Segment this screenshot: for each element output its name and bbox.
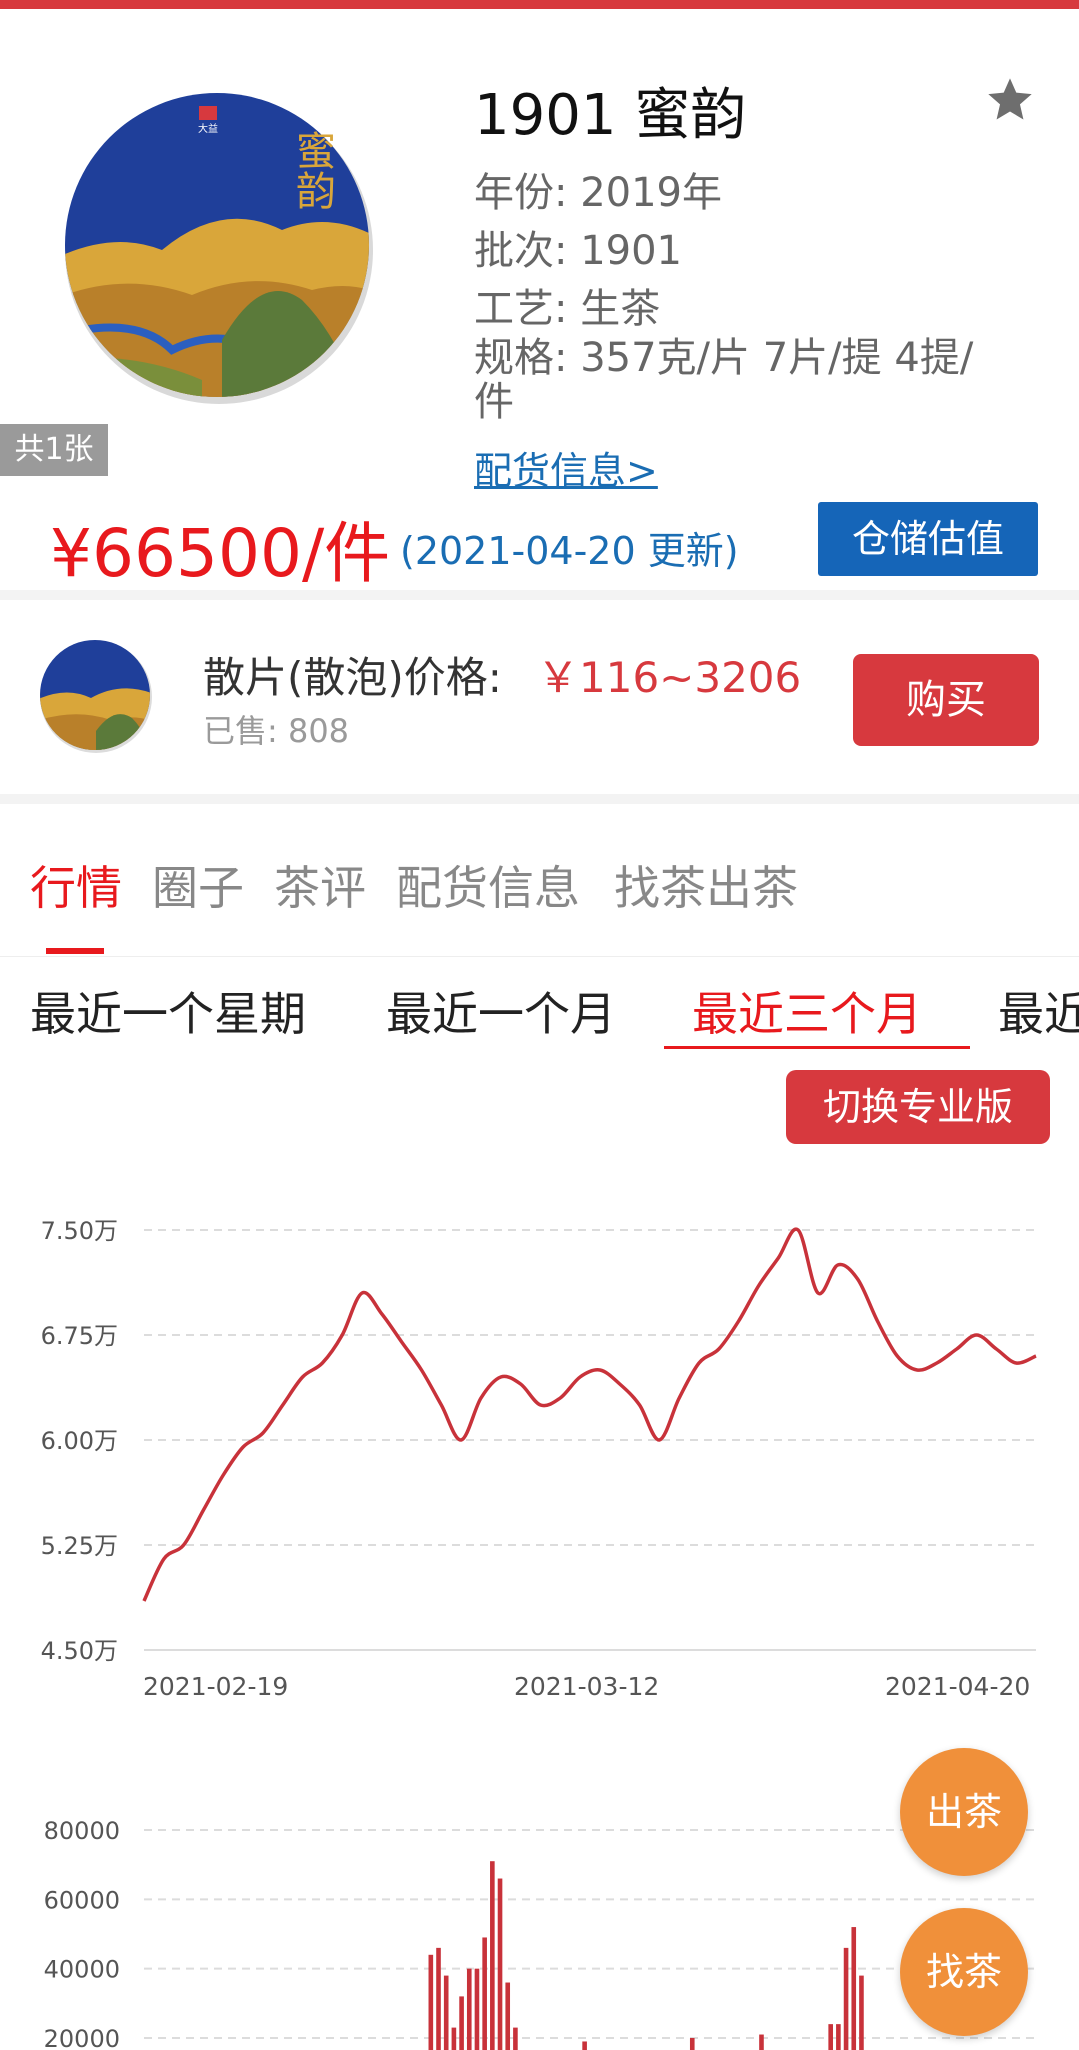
volume-bar: [482, 1937, 487, 2050]
cake-calligraphy: 蜜韵: [289, 130, 335, 210]
loose-tea-thumbnail[interactable]: [36, 636, 154, 754]
product-batch: 批次: 1901: [474, 228, 682, 274]
range-last-three-months[interactable]: 最近三个月: [692, 978, 922, 1044]
brand-text: 大益: [198, 122, 218, 135]
volume-bar: [828, 2024, 833, 2050]
tabs-divider: [0, 956, 1079, 957]
x-tick-label: 2021-02-19: [143, 1672, 288, 1701]
tab-find-sell-tea[interactable]: 找茶出茶: [614, 852, 798, 918]
price-update-date: (2021-04-20 更新): [400, 529, 739, 573]
volume-bar: [851, 1927, 857, 2050]
loose-price-range: ￥116~3206: [537, 653, 802, 702]
y-tick-label: 60000: [44, 1886, 120, 1914]
brand-logo-mark: [199, 106, 217, 120]
favorite-star-icon[interactable]: [984, 74, 1036, 126]
active-tab-indicator: [46, 948, 104, 954]
x-tick-label: 2021-04-20: [885, 1672, 1030, 1701]
product-spec: 规格: 357克/片 7片/提 4提/件: [474, 335, 974, 425]
product-price: ¥66500/件: [50, 515, 391, 592]
volume-bar: [582, 2041, 587, 2050]
volume-bar: [436, 1947, 441, 2050]
volume-bar: [428, 1954, 434, 2050]
range-last-week[interactable]: 最近一个星期: [30, 978, 306, 1044]
find-tea-fab[interactable]: 找茶: [900, 1908, 1028, 2036]
section-separator: [0, 590, 1079, 600]
section-separator: [0, 794, 1079, 804]
sold-count: 已售: 808: [203, 712, 350, 750]
volume-bar: [843, 1947, 849, 2050]
volume-bar: [505, 1982, 511, 2050]
y-tick-label: 6.75万: [41, 1322, 118, 1350]
volume-bar: [459, 1996, 464, 2050]
top-accent-bar: [0, 0, 1079, 9]
y-tick-label: 80000: [44, 1817, 120, 1845]
volume-bar: [474, 1968, 480, 2050]
volume-bar: [451, 2027, 457, 2050]
distribution-info-link[interactable]: 配货信息>: [474, 440, 658, 495]
active-range-indicator: [664, 1046, 970, 1049]
volume-bar: [443, 1975, 449, 2050]
storage-valuation-button[interactable]: 仓储估值: [818, 502, 1038, 576]
y-tick-label: 7.50万: [41, 1217, 118, 1245]
product-craft: 工艺: 生茶: [474, 286, 661, 332]
volume-bar: [836, 2024, 841, 2050]
range-more[interactable]: 最近: [998, 978, 1079, 1044]
tab-tea-review[interactable]: 茶评: [274, 852, 366, 918]
volume-bar: [466, 1968, 472, 2050]
volume-bar: [689, 2038, 695, 2050]
switch-pro-version-button[interactable]: 切换专业版: [786, 1070, 1050, 1144]
image-count-badge: 共1张: [0, 424, 108, 476]
y-tick-label: 20000: [44, 2025, 120, 2050]
y-tick-label: 4.50万: [41, 1637, 118, 1665]
product-year: 年份: 2019年: [474, 170, 722, 216]
buy-button[interactable]: 购买: [853, 654, 1039, 746]
price-line-chart: 7.50万 6.75万 6.00万 5.25万 4.50万 2021-02-19 2021-…: [41, 1217, 1037, 1701]
x-tick-label: 2021-03-12: [514, 1672, 659, 1701]
loose-price-label: 散片(散泡)价格:: [203, 653, 502, 702]
sell-tea-fab[interactable]: 出茶: [900, 1748, 1028, 1876]
tab-circle[interactable]: 圈子: [152, 852, 244, 918]
tab-market[interactable]: 行情: [30, 852, 122, 918]
tea-cake-image[interactable]: 大益 蜜韵: [52, 80, 382, 410]
volume-bar: [497, 1878, 503, 2050]
volume-bar: [490, 1861, 495, 2050]
tab-distribution-info[interactable]: 配货信息: [396, 852, 580, 918]
product-title: 1901 蜜韵: [474, 83, 747, 148]
y-tick-label: 5.25万: [41, 1532, 118, 1560]
range-last-month[interactable]: 最近一个月: [386, 978, 616, 1044]
volume-bar: [759, 2034, 764, 2050]
y-tick-label: 40000: [44, 1956, 120, 1984]
y-tick-label: 6.00万: [41, 1427, 118, 1455]
volume-bar: [859, 1975, 864, 2050]
volume-bar: [513, 2027, 518, 2050]
